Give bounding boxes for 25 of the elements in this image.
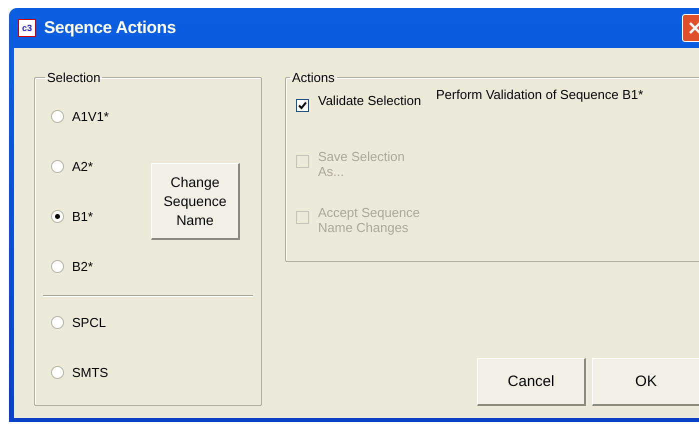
close-icon (688, 21, 699, 35)
radio-label: A2* (72, 158, 93, 174)
radio-button[interactable] (51, 316, 64, 328)
app-icon: c3 (18, 19, 36, 37)
change-name-button[interactable]: Change Sequence Name (151, 163, 240, 240)
checkbox[interactable] (296, 99, 309, 112)
description-text: Perform Validation of Sequence B1* (436, 86, 644, 102)
window-title: Seqence Actions (44, 18, 177, 38)
checkbox-label: Validate Selection (318, 93, 422, 108)
radio-label: B1* (72, 208, 93, 224)
radio-button[interactable] (51, 160, 64, 172)
checkbox-label: Accept Sequence Name Changes (318, 205, 421, 235)
radio-label: A1V1* (72, 108, 109, 124)
radio-button[interactable] (51, 210, 64, 222)
radio-label: B2* (72, 258, 93, 274)
radio-label: SPCL (72, 314, 106, 330)
checkbox-label: Save Selection As... (318, 149, 406, 179)
radio-label: SMTS (72, 364, 108, 380)
group-label: Actions (291, 70, 336, 85)
radio-button[interactable] (51, 260, 64, 272)
radio-button[interactable] (51, 110, 64, 122)
radio-button[interactable] (51, 366, 64, 378)
dialog-button[interactable]: OK (592, 358, 699, 406)
group-label: Selection (46, 70, 102, 85)
dialog-button[interactable]: Cancel (477, 358, 586, 406)
